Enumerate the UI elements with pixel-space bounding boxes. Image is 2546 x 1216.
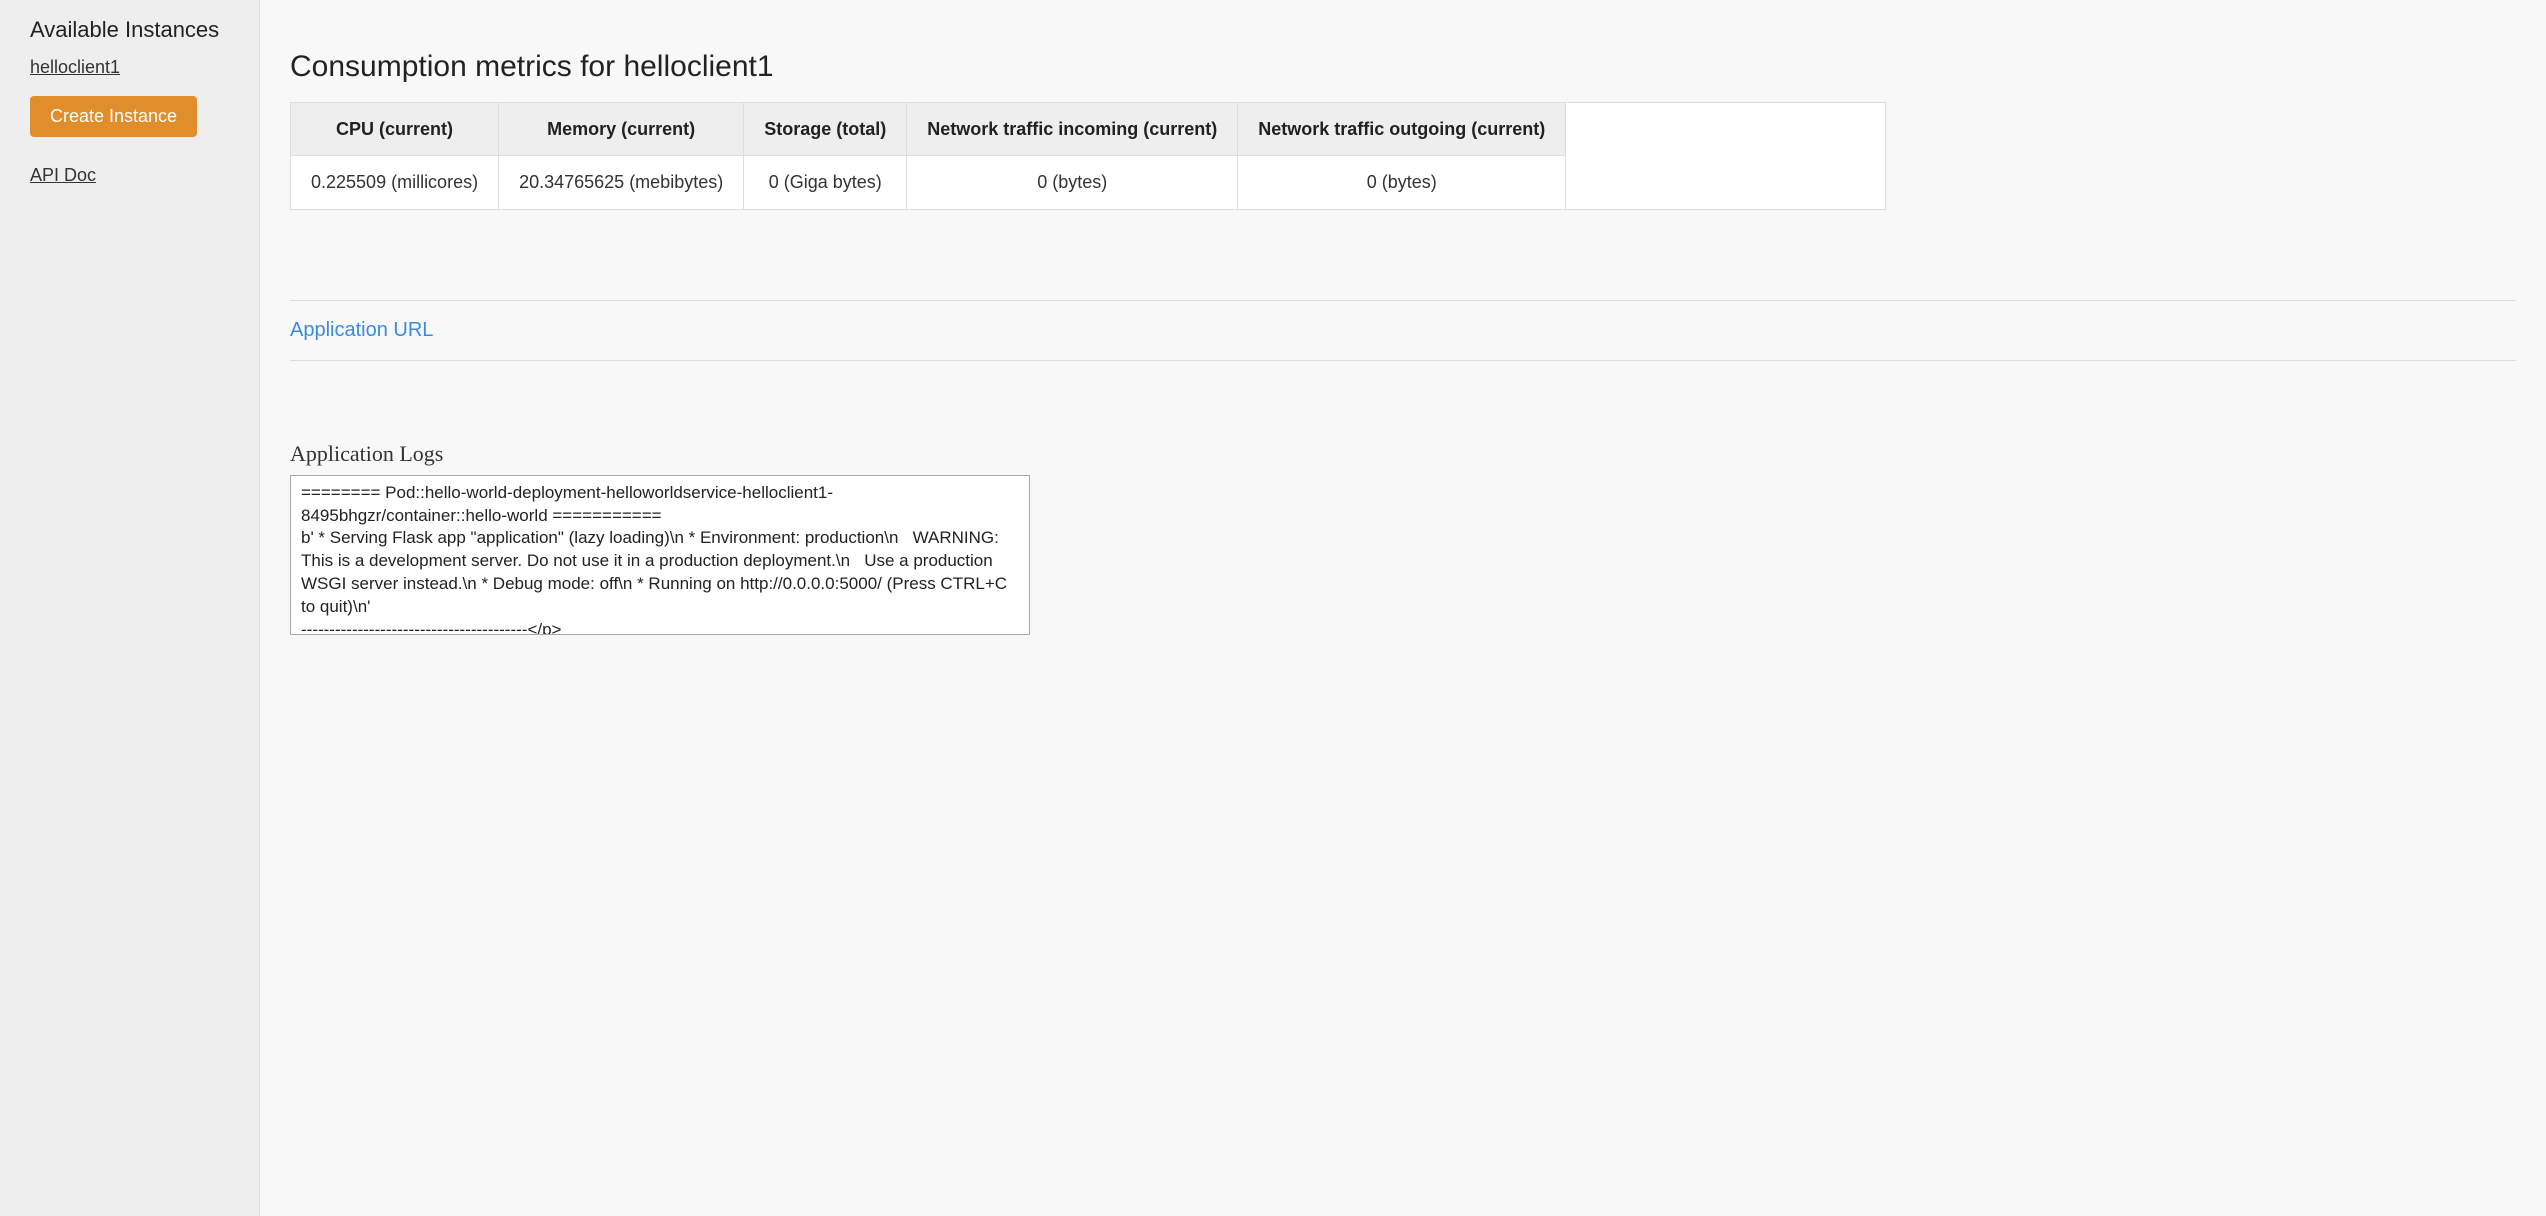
table-row: 0.225509 (millicores) 20.34765625 (mebib… [291, 156, 1886, 209]
metrics-cell: 20.34765625 (mebibytes) [499, 156, 744, 209]
metrics-cell: 0 (Giga bytes) [744, 156, 907, 209]
sidebar: Available Instances helloclient1 Create … [0, 0, 260, 1216]
metrics-cell: 0 (bytes) [1238, 156, 1566, 209]
api-doc-link[interactable]: API Doc [0, 165, 259, 186]
divider [290, 360, 2516, 361]
sidebar-instance-link[interactable]: helloclient1 [0, 53, 259, 96]
create-instance-button[interactable]: Create Instance [30, 96, 197, 137]
metrics-blank-cell [1566, 156, 1886, 209]
metrics-cell: 0 (bytes) [907, 156, 1238, 209]
metrics-col-header: Storage (total) [744, 103, 907, 156]
metrics-col-header: Network traffic outgoing (current) [1238, 103, 1566, 156]
metrics-table: CPU (current) Memory (current) Storage (… [290, 102, 1886, 210]
logs-textarea[interactable] [290, 475, 1030, 635]
logs-heading: Application Logs [290, 441, 2516, 467]
page-title: Consumption metrics for helloclient1 [290, 50, 2516, 84]
metrics-cell: 0.225509 (millicores) [291, 156, 499, 209]
metrics-col-header: Memory (current) [499, 103, 744, 156]
application-url-link[interactable]: Application URL [290, 301, 2516, 360]
metrics-col-header: Network traffic incoming (current) [907, 103, 1238, 156]
sidebar-title: Available Instances [0, 16, 259, 53]
metrics-blank-col [1566, 103, 1886, 156]
main-content: Consumption metrics for helloclient1 CPU… [260, 0, 2546, 1216]
metrics-col-header: CPU (current) [291, 103, 499, 156]
